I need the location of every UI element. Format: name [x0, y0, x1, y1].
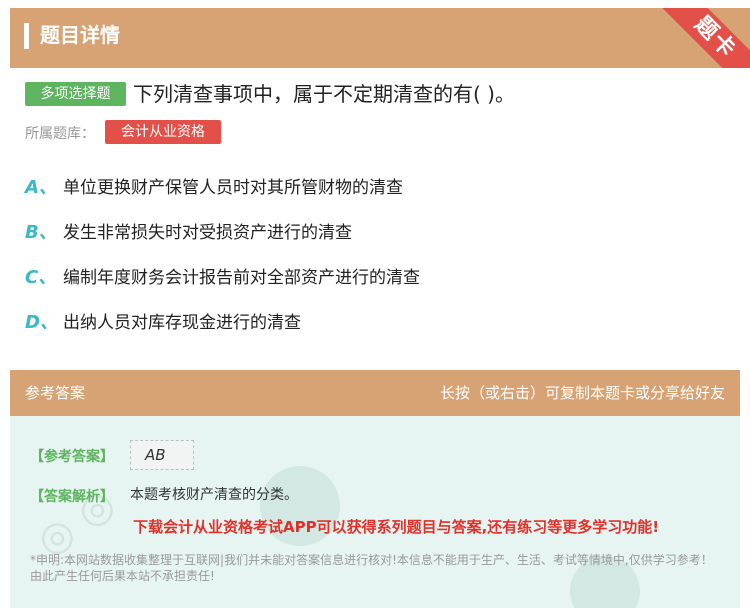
option-text: 单位更换财产保管人员时对其所管财物的清查 — [63, 178, 403, 198]
question-text: 下列清查事项中，属于不定期清查的有( )。 — [133, 82, 515, 106]
answer-label: 【参考答案】 — [30, 449, 114, 465]
question-bank-label: 所属题库： — [25, 126, 95, 142]
option-letter: D、 — [25, 312, 58, 333]
option-letter: B、 — [25, 222, 57, 243]
disclaimer: *申明:本网站数据收集整理于互联网|我们并未能对答案信息进行核对!本信息不能用于… — [30, 553, 713, 583]
page-title: 题目详情 — [40, 23, 120, 47]
option-letter: A、 — [25, 177, 57, 198]
question-type-badge: 多项选择题 — [25, 82, 126, 106]
option-text: 发生非常损失时对受损资产进行的清查 — [63, 223, 352, 243]
answer-body: ◎ ◎ 【参考答案】 AB 【答案解析】 本题考核财产清查的分类。 下载会计从业… — [10, 416, 740, 608]
card-header: 题目详情 题卡 — [10, 8, 750, 68]
explain-text: 本题考核财产清查的分类。 — [130, 487, 298, 503]
card-ribbon: 题卡 — [650, 8, 750, 68]
answer-section-title: 参考答案 — [25, 384, 86, 402]
explain-label: 【答案解析】 — [30, 489, 114, 505]
option-text: 出纳人员对库存现金进行的清查 — [63, 313, 301, 333]
option-text: 编制年度财务会计报告前对全部资产进行的清查 — [63, 268, 420, 288]
answer-value: AB — [130, 440, 194, 470]
app-promo-link[interactable]: 下载会计从业资格考试APP可以获得系列题目与答案,还有练习等更多学习功能! — [133, 516, 659, 537]
question-bank-badge[interactable]: 会计从业资格 — [105, 120, 221, 144]
option-letter: C、 — [25, 267, 57, 288]
share-hint: 长按（或右击）可复制本题卡或分享给好友 — [439, 384, 725, 402]
header-accent-bar — [24, 23, 29, 49]
answer-header: 参考答案 长按（或右击）可复制本题卡或分享给好友 — [10, 370, 740, 416]
